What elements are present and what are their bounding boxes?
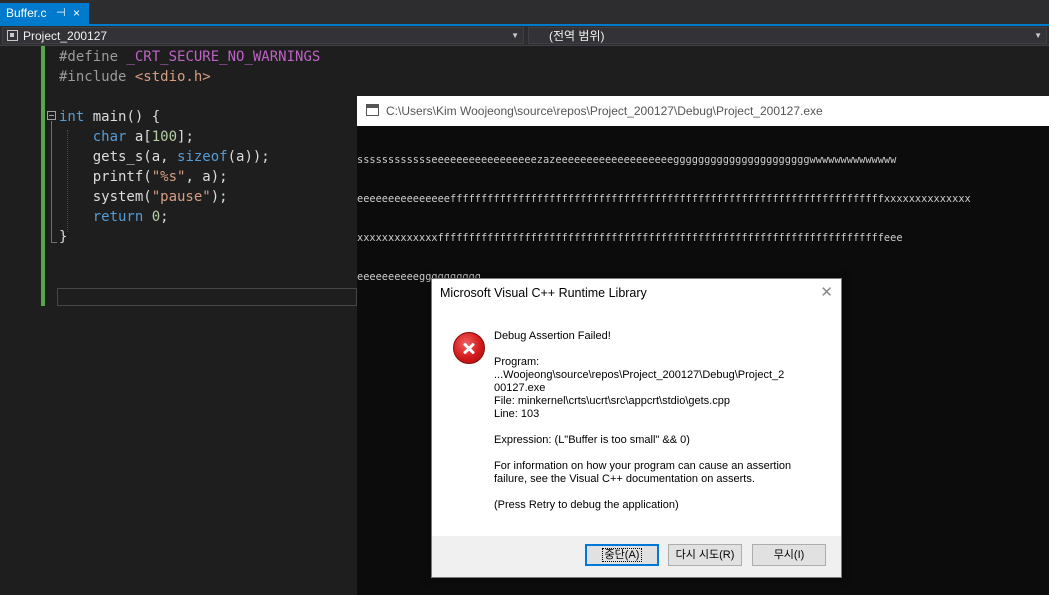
program-path-line-2: 00127.exe bbox=[494, 382, 546, 394]
info-text-line-1: For information on how your program can … bbox=[494, 460, 792, 472]
tab-buffer-c[interactable]: Buffer.c ⊣ × bbox=[0, 3, 89, 24]
string-literal: "pause" bbox=[151, 189, 211, 205]
program-path-line-1: ...Woojeong\source\repos\Project_200127\… bbox=[494, 369, 785, 381]
macro-name: _CRT_SECURE_NO_WARNINGS bbox=[126, 49, 321, 65]
collapse-icon[interactable] bbox=[47, 111, 56, 120]
code-text: ; bbox=[160, 209, 169, 225]
keyword: int bbox=[59, 109, 85, 125]
number-literal: 0 bbox=[151, 209, 161, 225]
code-line-1: #define _CRT_SECURE_NO_WARNINGS bbox=[59, 47, 320, 67]
tab-label: Buffer.c bbox=[6, 6, 47, 20]
editor-gutter bbox=[0, 46, 42, 595]
source-code: #define _CRT_SECURE_NO_WARNINGS #include … bbox=[59, 47, 320, 247]
preprocessor-directive: #define bbox=[59, 49, 127, 65]
code-text: system( bbox=[59, 189, 152, 205]
file-path: File: minkernel\crts\ucrt\src\appcrt\std… bbox=[494, 395, 730, 407]
preprocessor-directive: #include bbox=[59, 69, 135, 85]
assertion-dialog: Microsoft Visual C++ Runtime Library ✕ D… bbox=[431, 278, 842, 578]
document-tab-strip: Buffer.c ⊣ × bbox=[0, 0, 1049, 26]
code-line-2: #include <stdio.h> bbox=[59, 67, 320, 87]
change-indicator-bar bbox=[41, 46, 45, 306]
dialog-title: Microsoft Visual C++ Runtime Library bbox=[440, 286, 647, 300]
retry-button-label: 다시 시도(R) bbox=[675, 549, 735, 561]
project-dropdown[interactable]: Project_200127 ▼ bbox=[2, 27, 524, 44]
code-line-8: system("pause"); bbox=[59, 187, 320, 207]
number-literal: 100 bbox=[151, 129, 178, 145]
assertion-heading: Debug Assertion Failed! bbox=[494, 330, 611, 342]
navigation-bar: Project_200127 ▼ (전역 범위) ▼ bbox=[0, 26, 1049, 46]
keyword: sizeof bbox=[177, 149, 228, 165]
dialog-button-bar: 중단(A) 다시 시도(R) 무시(I) bbox=[432, 536, 841, 577]
code-text: ]; bbox=[177, 129, 194, 145]
keyword: char bbox=[92, 129, 127, 145]
code-text: a[ bbox=[126, 129, 152, 145]
code-line-6: gets_s(a, sizeof(a)); bbox=[59, 147, 320, 167]
code-text: printf( bbox=[59, 169, 152, 185]
current-line-highlight bbox=[57, 288, 357, 306]
dialog-message: Debug Assertion Failed! Program: ...Wooj… bbox=[494, 330, 824, 512]
chevron-down-icon: ▼ bbox=[1034, 31, 1042, 40]
console-line: eeeeeeeeeeeeeeefffffffffffffffffffffffff… bbox=[357, 193, 971, 205]
code-text: (a)); bbox=[227, 149, 270, 165]
expression-text: Expression: (L"Buffer is too small" && 0… bbox=[494, 434, 690, 446]
retry-hint: (Press Retry to debug the application) bbox=[494, 499, 679, 511]
scope-dropdown[interactable]: (전역 범위) ▼ bbox=[528, 27, 1047, 44]
retry-button[interactable]: 다시 시도(R) bbox=[668, 544, 742, 566]
console-line: sssssssssssseeeeeeeeeeeeeeeeezazeeeeeeee… bbox=[357, 154, 897, 166]
code-text: gets_s(a, bbox=[59, 149, 178, 165]
close-icon[interactable]: ✕ bbox=[820, 283, 833, 301]
console-app-icon bbox=[366, 104, 379, 116]
keyword: return bbox=[92, 209, 144, 225]
abort-button[interactable]: 중단(A) bbox=[585, 544, 659, 566]
code-line-4: int main() { bbox=[59, 107, 320, 127]
program-label: Program: bbox=[494, 356, 540, 368]
scope-dropdown-label: (전역 범위) bbox=[549, 29, 605, 43]
code-line-10: } bbox=[59, 227, 320, 247]
code-text: } bbox=[59, 229, 68, 245]
include-path: <stdio.h> bbox=[134, 69, 211, 85]
code-line-9: return 0; bbox=[59, 207, 320, 227]
close-tab-icon[interactable]: × bbox=[73, 3, 80, 24]
code-text: main() { bbox=[84, 109, 161, 125]
chevron-down-icon: ▼ bbox=[511, 31, 519, 40]
info-text-line-2: failure, see the Visual C++ documentatio… bbox=[494, 473, 755, 485]
ignore-button[interactable]: 무시(I) bbox=[752, 544, 826, 566]
abort-button-label: 중단(A) bbox=[601, 548, 643, 562]
fold-line bbox=[51, 121, 52, 243]
code-text: ); bbox=[210, 189, 228, 205]
fold-line-end bbox=[51, 242, 57, 243]
project-dropdown-label: Project_200127 bbox=[23, 29, 108, 43]
console-title: C:\Users\Kim Woojeong\source\repos\Proje… bbox=[386, 104, 823, 118]
console-title-bar[interactable]: C:\Users\Kim Woojeong\source\repos\Proje… bbox=[357, 96, 1049, 126]
error-icon bbox=[453, 332, 485, 364]
code-text: , a); bbox=[185, 169, 228, 185]
console-line: xxxxxxxxxxxxxfffffffffffffffffffffffffff… bbox=[357, 232, 903, 244]
code-line-7: printf("%s", a); bbox=[59, 167, 320, 187]
string-literal: "%s" bbox=[151, 169, 186, 185]
project-icon bbox=[7, 30, 18, 41]
ignore-button-label: 무시(I) bbox=[773, 549, 805, 561]
line-number: Line: 103 bbox=[494, 408, 540, 420]
code-line-5: char a[100]; bbox=[59, 127, 320, 147]
pin-icon[interactable]: ⊣ bbox=[56, 3, 66, 24]
